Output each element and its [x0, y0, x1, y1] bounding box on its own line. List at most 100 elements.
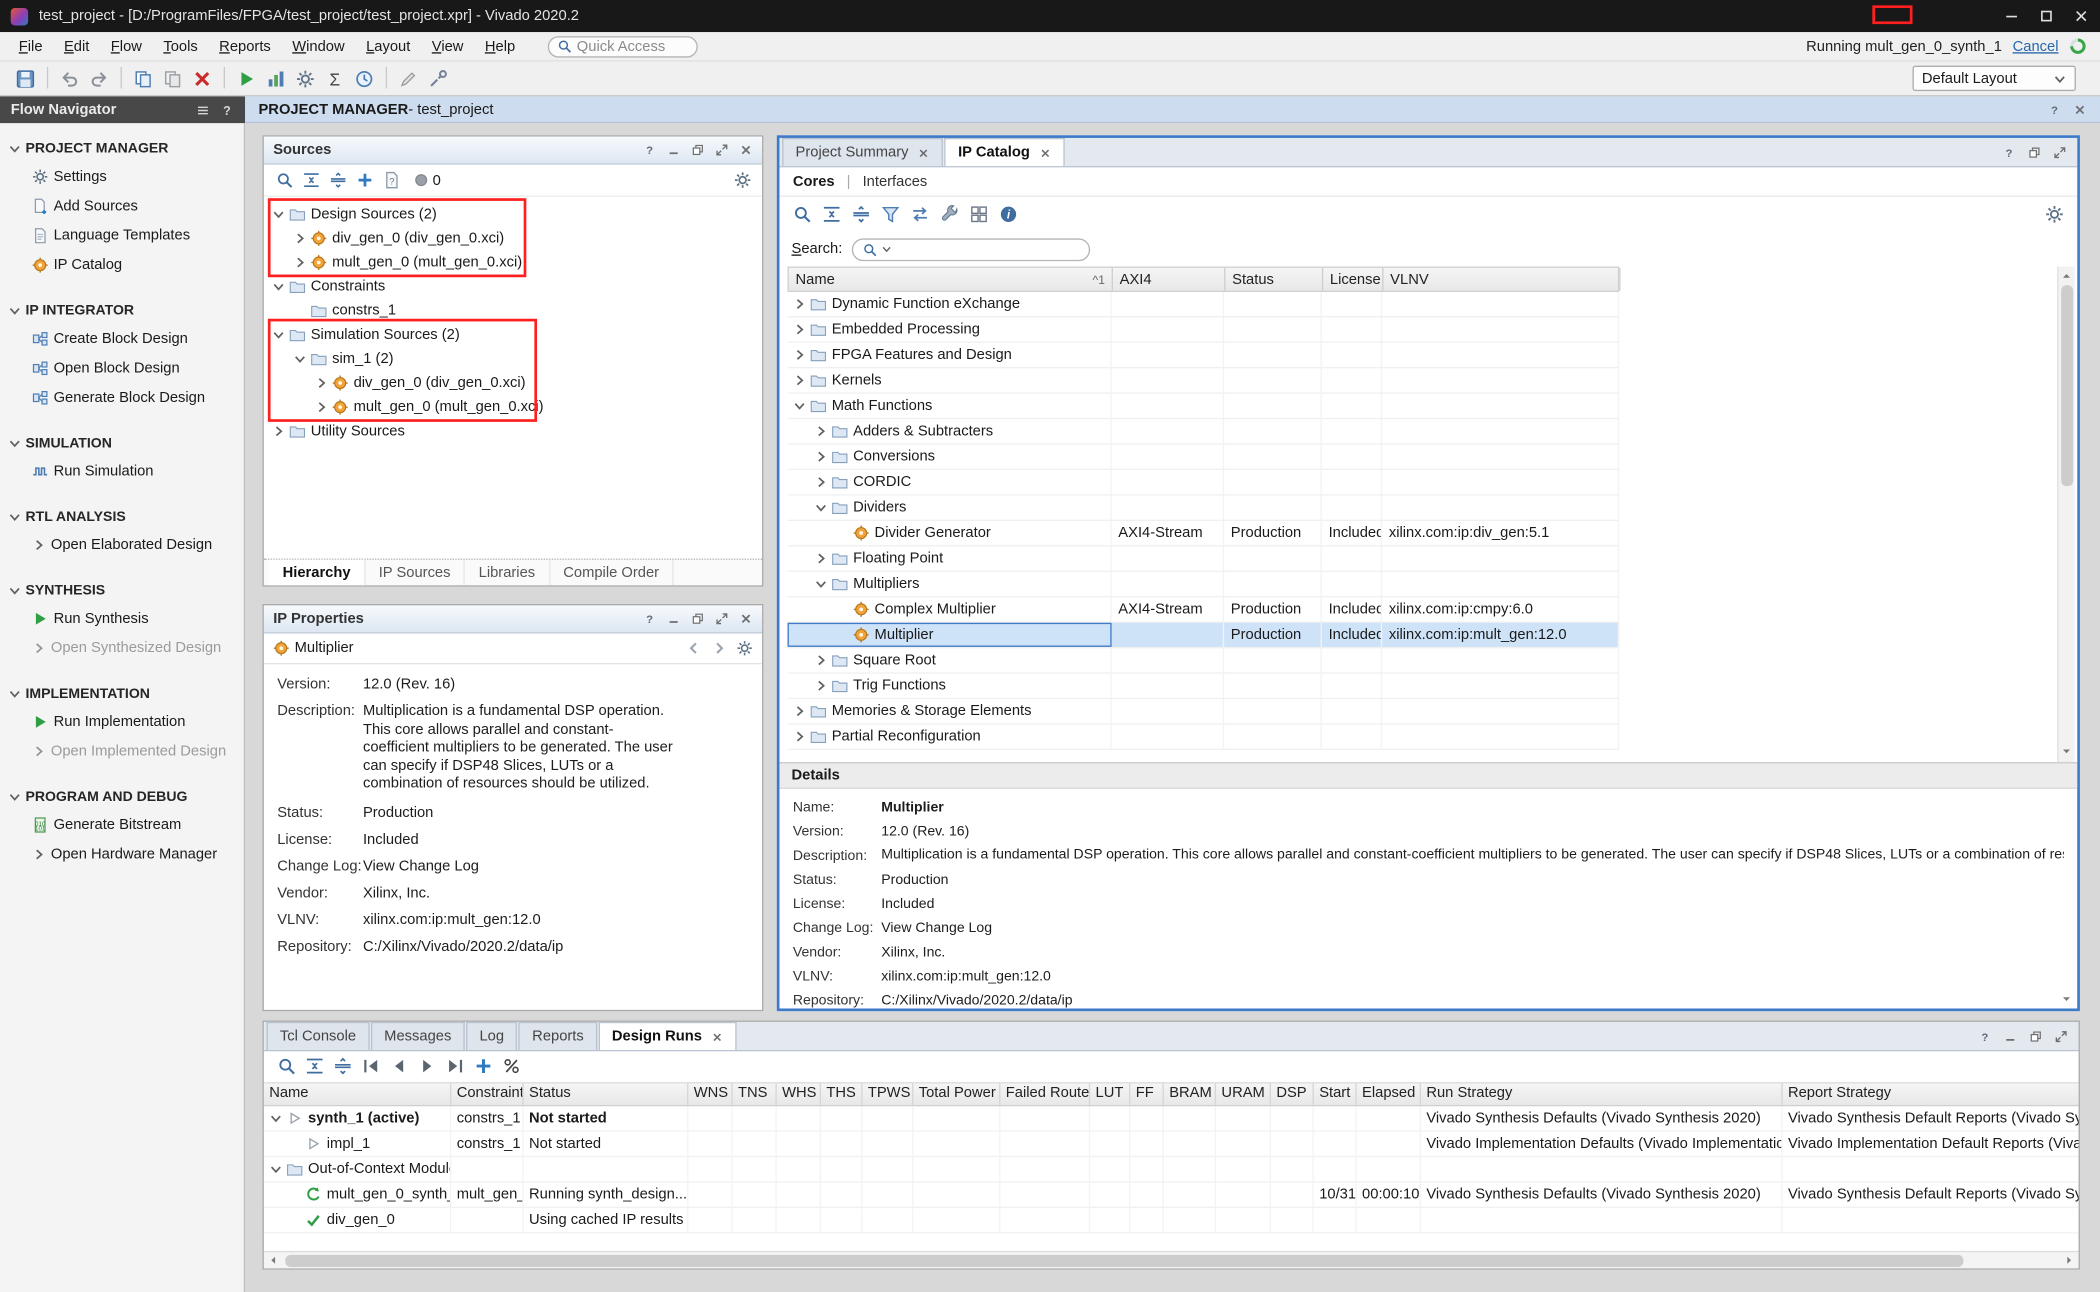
chevron-right-icon[interactable] — [793, 374, 806, 387]
ip-catalog-row-embedded-processing[interactable]: Embedded Processing — [788, 317, 1620, 342]
ip-catalog-row-multiplier[interactable]: MultiplierProductionIncludedxilinx.com:i… — [788, 623, 1620, 648]
ip-catalog-row-trig-functions[interactable]: Trig Functions — [788, 674, 1620, 699]
chevron-right-icon[interactable] — [793, 730, 806, 743]
ip-catalog-row-kernels[interactable]: Kernels — [788, 368, 1620, 393]
sources-plus-button[interactable] — [351, 168, 378, 192]
chevron-right-icon[interactable] — [814, 552, 827, 565]
scrollbar-thumb[interactable] — [2060, 285, 2072, 486]
chevron-right-icon[interactable] — [272, 425, 285, 438]
sources-tab-libraries[interactable]: Libraries — [465, 560, 550, 585]
sources-docq-button[interactable]: ? — [378, 168, 405, 192]
close-icon[interactable] — [918, 147, 930, 159]
runs-prev-button[interactable] — [384, 1054, 412, 1079]
column-header-lut[interactable]: LUT — [1090, 1083, 1130, 1104]
column-header-tns[interactable]: TNS — [733, 1083, 777, 1104]
toolbar-save-button[interactable] — [11, 65, 40, 92]
panel-float-icon[interactable] — [691, 143, 704, 156]
tab-project-summary[interactable]: Project Summary — [782, 138, 943, 166]
menu-item-layout[interactable]: Layout — [355, 34, 421, 58]
catalog-expandall-button[interactable] — [846, 201, 875, 228]
ip-catalog-row-dividers[interactable]: Dividers — [788, 496, 1620, 521]
flow-item-create-block-design[interactable]: Create Block Design — [0, 324, 244, 353]
column-header-total-power[interactable]: Total Power — [913, 1083, 1000, 1104]
chevron-down-icon[interactable] — [793, 399, 806, 412]
panel-help-icon[interactable]: ? — [1978, 1029, 1991, 1042]
ip-properties-panel-header[interactable]: IP Properties ? — [264, 605, 762, 633]
column-header-elapsed[interactable]: Elapsed — [1357, 1083, 1421, 1104]
tab-reports[interactable]: Reports — [519, 1022, 597, 1050]
flow-section-header-synthesis[interactable]: SYNTHESIS — [0, 577, 244, 604]
ip-catalog-row-square-root[interactable]: Square Root — [788, 648, 1620, 673]
panel-close-icon[interactable] — [739, 143, 752, 156]
column-header-dsp[interactable]: DSP — [1271, 1083, 1314, 1104]
column-header-tpws[interactable]: TPWS — [863, 1083, 914, 1104]
column-header-license[interactable]: License — [1323, 268, 1383, 291]
column-header-uram[interactable]: URAM — [1216, 1083, 1271, 1104]
chevron-down-icon[interactable] — [272, 280, 285, 293]
close-button[interactable] — [2073, 8, 2089, 24]
panel-maximize-icon[interactable] — [715, 143, 728, 156]
scroll-down-icon[interactable] — [2061, 746, 2072, 757]
sources-tab-hierarchy[interactable]: Hierarchy — [269, 560, 365, 585]
panel-help-icon[interactable]: ? — [643, 143, 656, 156]
source-tree-item-constrs-1[interactable]: constrs_1 — [264, 299, 762, 323]
flow-item-open-block-design[interactable]: Open Block Design — [0, 354, 244, 383]
sources-collapseall-button[interactable] — [297, 168, 324, 192]
runs-next-button[interactable] — [441, 1054, 469, 1079]
ip-search-input[interactable] — [852, 238, 1090, 261]
source-tree-item-mult-gen-0[interactable]: mult_gen_0 (mult_gen_0.xci) — [264, 250, 762, 274]
ip-catalog-row-dynamic-function-exchange[interactable]: Dynamic Function eXchange — [788, 292, 1620, 317]
chevron-down-icon[interactable] — [272, 328, 285, 341]
menu-item-window[interactable]: Window — [282, 34, 356, 58]
tab-messages[interactable]: Messages — [371, 1022, 465, 1050]
property-value[interactable]: Production — [881, 872, 948, 888]
scrollbar-track[interactable] — [283, 1254, 2060, 1266]
menu-item-tools[interactable]: Tools — [153, 34, 209, 58]
chevron-down-icon[interactable] — [814, 501, 827, 514]
runs-collapseall-button[interactable] — [300, 1054, 328, 1079]
column-header-ths[interactable]: THS — [821, 1083, 863, 1104]
sources-expandall-button[interactable] — [324, 168, 351, 192]
help-icon[interactable]: ? — [2048, 102, 2061, 115]
sources-search-button[interactable] — [271, 168, 298, 192]
menu-item-view[interactable]: View — [421, 34, 474, 58]
flow-item-add-sources[interactable]: Add Sources — [0, 192, 244, 221]
flow-item-run-synthesis[interactable]: Run Synthesis — [0, 604, 244, 633]
runs-plus-button[interactable] — [469, 1054, 497, 1079]
toolbar-paste-button[interactable] — [158, 65, 187, 92]
flow-item-language-templates[interactable]: Language Templates — [0, 221, 244, 250]
toolbar-probe-button[interactable] — [423, 65, 452, 92]
catalog-collapseall-button[interactable] — [817, 201, 846, 228]
design-run-row-impl-1[interactable]: impl_1constrs_1Not startedVivado Impleme… — [264, 1132, 2080, 1157]
flow-navigator-help-icon[interactable]: ? — [220, 102, 235, 117]
flow-item-run-simulation[interactable]: Run Simulation — [0, 457, 244, 486]
source-tree-item-mult-gen-0[interactable]: mult_gen_0 (mult_gen_0.xci) — [264, 395, 762, 419]
design-run-row-out-of-context-module-runs[interactable]: Out-of-Context Module Runs — [264, 1157, 2080, 1182]
flow-item-ip-catalog[interactable]: IP Catalog — [0, 250, 244, 279]
source-tree-item-design-sources[interactable]: Design Sources (2) — [264, 202, 762, 226]
property-value[interactable]: View Change Log — [881, 920, 992, 936]
toolbar-copy-button[interactable] — [129, 65, 158, 92]
scroll-up-icon[interactable] — [2061, 271, 2072, 282]
property-value[interactable]: Production — [363, 804, 433, 820]
chevron-right-icon[interactable] — [793, 323, 806, 336]
sources-settings-button[interactable] — [729, 168, 756, 192]
toolbar-play-button[interactable] — [232, 65, 261, 92]
column-header-bram[interactable]: BRAM — [1164, 1083, 1216, 1104]
ip-catalog-row-math-functions[interactable]: Math Functions — [788, 394, 1620, 419]
chevron-right-icon[interactable] — [814, 425, 827, 438]
column-header-status[interactable]: Status — [1225, 268, 1323, 291]
runs-first-button[interactable] — [356, 1054, 384, 1079]
menu-item-reports[interactable]: Reports — [208, 34, 281, 58]
tab-interfaces[interactable]: Interfaces — [863, 173, 928, 189]
column-header-name[interactable]: Name — [264, 1083, 452, 1104]
layout-selector[interactable]: Default Layout — [1913, 66, 2076, 91]
panel-float-icon[interactable] — [691, 612, 704, 625]
close-icon[interactable] — [2073, 102, 2086, 115]
ip-catalog-row-partial-reconfiguration[interactable]: Partial Reconfiguration — [788, 725, 1620, 750]
ip-catalog-row-memories-storage-elements[interactable]: Memories & Storage Elements — [788, 699, 1620, 724]
menu-item-flow[interactable]: Flow — [100, 34, 153, 58]
flow-item-open-implemented-design[interactable]: Open Implemented Design — [0, 737, 244, 766]
column-header-vlnv[interactable]: VLNV — [1383, 268, 1620, 291]
column-header-report-strategy[interactable]: Report Strategy — [1783, 1083, 2080, 1104]
